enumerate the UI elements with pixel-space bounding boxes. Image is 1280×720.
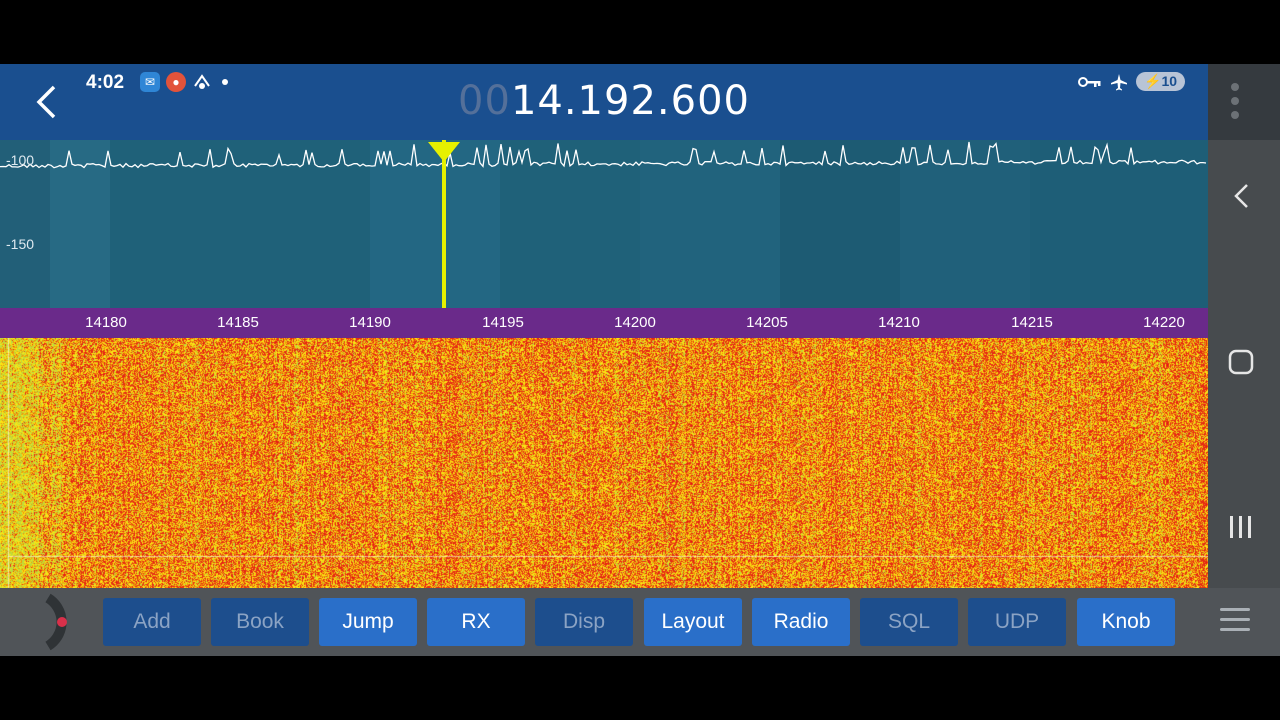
overflow-area: [1208, 64, 1280, 140]
menu-icon[interactable]: [1220, 608, 1250, 636]
freq-tick: 14185: [217, 314, 259, 331]
system-icons: ⚡10: [1078, 72, 1186, 91]
freq-tick: 14205: [746, 314, 788, 331]
radio-button[interactable]: Radio: [752, 598, 850, 646]
spectrum-panel[interactable]: -100 -150: [0, 140, 1208, 308]
nav-home-icon[interactable]: [1227, 348, 1255, 376]
battery-level: 10: [1161, 73, 1178, 89]
freq-tick: 14215: [1011, 314, 1053, 331]
sdr-app: 4:02 ✉ ● 0014.192.600 ⚡10 -100 -150 1418…: [0, 64, 1280, 656]
layout-button[interactable]: Layout: [644, 598, 742, 646]
jump-button[interactable]: Jump: [319, 598, 417, 646]
db-label-100: -100: [6, 152, 35, 168]
knob-button[interactable]: Knob: [1077, 598, 1175, 646]
battery-charging-icon: ⚡10: [1136, 72, 1186, 91]
spectrum-graph: [0, 140, 1208, 308]
freq-tick: 14200: [614, 314, 656, 331]
freq-tick: 14210: [878, 314, 920, 331]
waterfall-display[interactable]: [0, 338, 1208, 588]
frequency-display[interactable]: 0014.192.600: [0, 78, 1208, 124]
frequency-prefix: 00: [458, 78, 511, 124]
rx-button[interactable]: RX: [427, 598, 525, 646]
freq-tick: 14190: [349, 314, 391, 331]
frequency-axis[interactable]: 14180 14185 14190 14195 14200 14205 1421…: [0, 308, 1208, 338]
freq-tick: 14180: [85, 314, 127, 331]
vpn-key-icon: [1078, 76, 1101, 87]
freq-tick: 14220: [1143, 314, 1185, 331]
book-button[interactable]: Book: [211, 598, 309, 646]
airplane-mode-icon: [1111, 73, 1127, 90]
add-button[interactable]: Add: [103, 598, 201, 646]
bottom-toolbar: Add Book Jump RX Disp Layout Radio SQL U…: [0, 588, 1280, 656]
nav-recents-icon[interactable]: [1227, 514, 1255, 540]
udp-button[interactable]: UDP: [968, 598, 1066, 646]
system-nav-bar: [1208, 64, 1280, 656]
more-vert-icon[interactable]: [1230, 82, 1240, 122]
disp-button[interactable]: Disp: [535, 598, 633, 646]
frequency-value: 14.192.600: [510, 78, 750, 124]
record-indicator-icon: [45, 593, 67, 651]
freq-tick: 14195: [482, 314, 524, 331]
sql-button[interactable]: SQL: [860, 598, 958, 646]
db-label-150: -150: [6, 236, 35, 252]
nav-back-icon[interactable]: [1232, 182, 1250, 210]
header-bar: 4:02 ✉ ● 0014.192.600 ⚡10: [0, 64, 1208, 140]
